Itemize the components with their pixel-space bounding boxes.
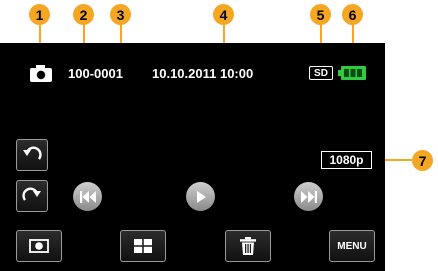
callout-6: 6 (342, 4, 363, 25)
battery-icon (338, 66, 366, 80)
resolution-label: 1080p (329, 153, 364, 167)
callout-3: 3 (110, 4, 131, 25)
media-label: SD (314, 67, 328, 79)
rotate-right-button[interactable] (16, 180, 48, 212)
delete-button[interactable] (225, 230, 271, 262)
slideshow-icon (29, 239, 49, 253)
index-button[interactable] (120, 230, 166, 262)
trash-icon (240, 237, 256, 255)
index-grid-icon (134, 239, 152, 253)
menu-label: MENU (337, 240, 367, 252)
rotate-left-button[interactable] (16, 139, 48, 171)
skip-previous-icon (79, 190, 96, 203)
callout-7: 7 (412, 150, 433, 171)
callout-2: 2 (73, 4, 94, 25)
sd-card-badge: SD (309, 66, 333, 80)
callout-5: 5 (310, 4, 331, 25)
next-button[interactable] (294, 182, 323, 211)
date-time: 10.10.2011 10:00 (152, 66, 254, 81)
previous-button[interactable] (73, 182, 102, 211)
skip-next-icon (300, 190, 317, 203)
camera-icon (30, 65, 52, 82)
callout-1: 1 (29, 4, 50, 25)
menu-button[interactable]: MENU (329, 230, 375, 262)
play-button[interactable] (186, 182, 215, 211)
play-icon (196, 190, 206, 203)
rotate-left-icon (23, 146, 42, 160)
rotate-right-icon (22, 187, 41, 201)
resolution-badge: 1080p (321, 151, 372, 169)
callout-4: 4 (213, 4, 234, 25)
folder-file-number: 100-0001 (68, 66, 123, 81)
slideshow-button[interactable] (16, 230, 62, 262)
